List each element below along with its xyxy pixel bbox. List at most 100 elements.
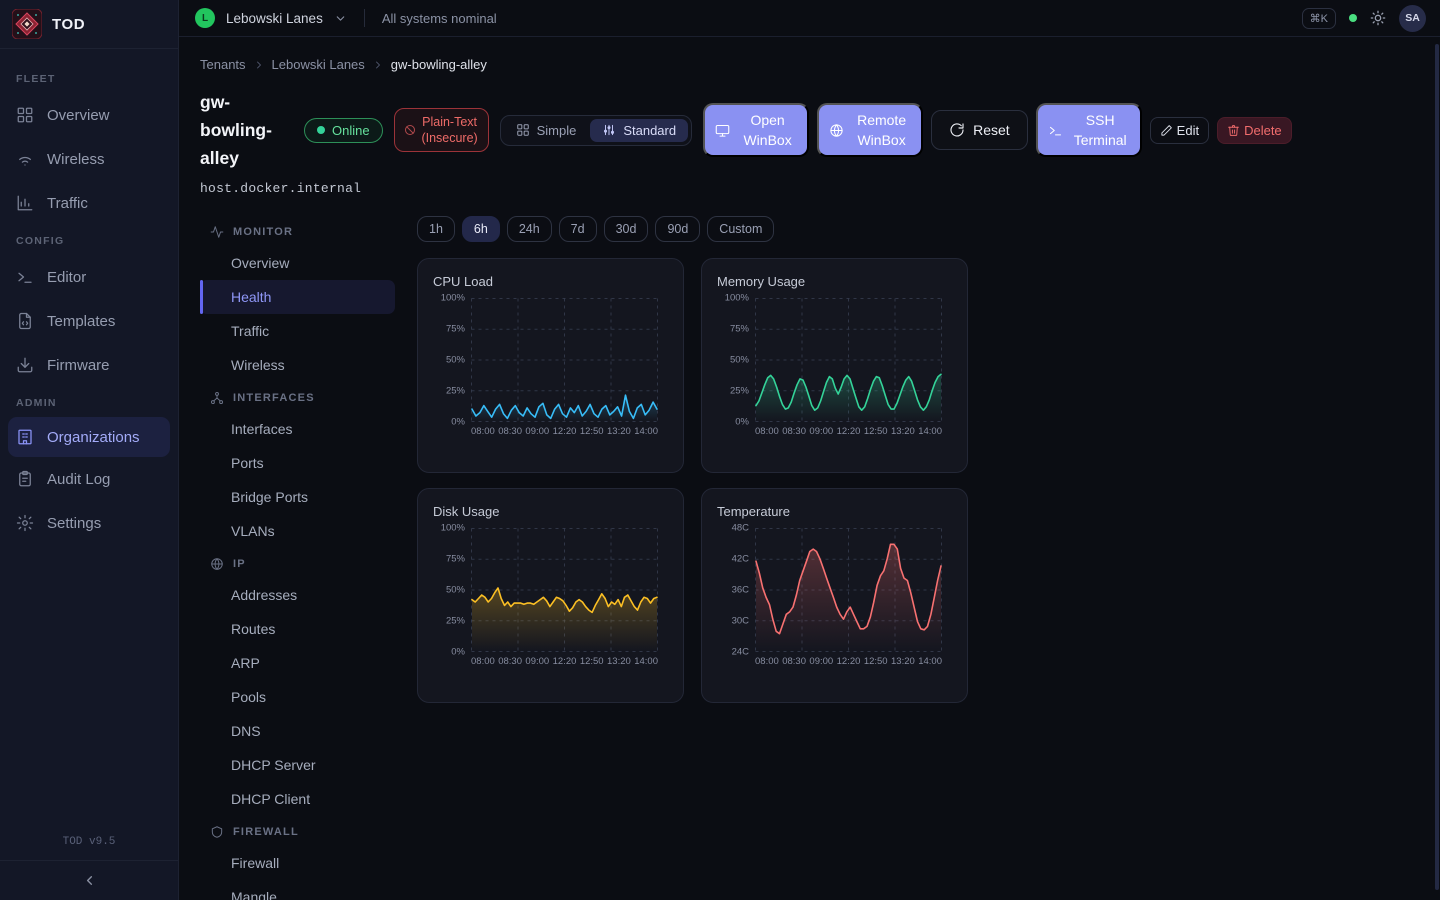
y-tick-label: 75% (730, 324, 749, 335)
sliders-icon (602, 123, 616, 137)
sidebar-item-wireless[interactable]: Wireless (0, 137, 178, 181)
brand-row: TOD (0, 0, 178, 49)
sidebar-item-templates[interactable]: Templates (0, 299, 178, 343)
delete-button[interactable]: Delete (1217, 117, 1292, 144)
chart-title: CPU Load (433, 274, 669, 289)
subnav-section-firewall: FIREWALL (200, 818, 395, 846)
subnav-item-health[interactable]: Health (200, 280, 395, 314)
y-tick-label: 100% (441, 523, 465, 534)
subnav-item-pools[interactable]: Pools (200, 680, 395, 714)
subnav-item-dhcp-server[interactable]: DHCP Server (200, 748, 395, 782)
button-label: SSH Terminal (1071, 110, 1130, 151)
charts-grid: CPU Load100%75%50%25%0%08:0008:3009:0012… (417, 258, 1440, 703)
time-range-30d[interactable]: 30d (604, 216, 649, 242)
sidebar-item-label: Templates (47, 313, 115, 330)
gear-icon (16, 514, 34, 532)
button-label: Remote WinBox (852, 110, 911, 151)
subnav-item-firewall[interactable]: Firewall (200, 846, 395, 880)
subnav-item-dhcp-client[interactable]: DHCP Client (200, 782, 395, 816)
sidebar-item-traffic[interactable]: Traffic (0, 181, 178, 225)
sidebar-item-editor[interactable]: Editor (0, 255, 178, 299)
chart-canvas (471, 298, 658, 422)
time-range-24h[interactable]: 24h (507, 216, 552, 242)
system-status-text: All systems nominal (382, 11, 497, 26)
grid-icon (16, 106, 34, 124)
subnav-item-ports[interactable]: Ports (200, 446, 395, 480)
status-badge: Online (304, 118, 383, 143)
x-tick-label: 08:30 (782, 656, 806, 667)
edit-button[interactable]: Edit (1150, 117, 1209, 144)
refresh-icon (949, 122, 965, 138)
x-tick-label: 12:20 (553, 656, 577, 667)
user-avatar[interactable]: SA (1399, 5, 1426, 32)
x-tick-label: 08:00 (755, 656, 779, 667)
bar-chart-icon (16, 194, 34, 212)
chart-title: Memory Usage (717, 274, 953, 289)
time-range-custom[interactable]: Custom (707, 216, 774, 242)
sidebar-item-label: Editor (47, 269, 86, 286)
open-winbox-button[interactable]: Open WinBox (703, 103, 809, 157)
y-tick-label: 100% (725, 293, 749, 304)
view-mode-label: Simple (537, 123, 577, 138)
breadcrumb-item[interactable]: Lebowski Lanes (272, 57, 365, 72)
sidebar-item-audit-log[interactable]: Audit Log (0, 457, 178, 501)
chart-card-disk-usage: Disk Usage100%75%50%25%0%08:0008:3009:00… (417, 488, 684, 703)
subnav-item-wireless[interactable]: Wireless (200, 348, 395, 382)
sidebar-item-settings[interactable]: Settings (0, 501, 178, 545)
subnav-item-interfaces[interactable]: Interfaces (200, 412, 395, 446)
ssh-terminal-button[interactable]: SSH Terminal (1036, 103, 1142, 157)
x-tick-label: 08:00 (471, 656, 495, 667)
download-icon (16, 356, 34, 374)
x-tick-label: 14:00 (918, 426, 942, 437)
subnav-section-label: INTERFACES (233, 392, 315, 404)
insecure-slash-icon (404, 124, 416, 136)
y-tick-label: 48C (732, 523, 749, 534)
x-tick-label: 13:20 (607, 426, 631, 437)
x-tick-label: 08:00 (755, 426, 779, 437)
time-range-1h[interactable]: 1h (417, 216, 455, 242)
y-tick-label: 50% (446, 355, 465, 366)
subnav-item-mangle[interactable]: Mangle (200, 880, 395, 900)
sidebar-collapse-button[interactable] (0, 860, 178, 900)
page-scrollbar[interactable] (1435, 44, 1439, 890)
breadcrumb-item[interactable]: Tenants (200, 57, 246, 72)
sidebar-item-firmware[interactable]: Firmware (0, 343, 178, 387)
y-tick-label: 75% (446, 324, 465, 335)
subnav-item-arp[interactable]: ARP (200, 646, 395, 680)
time-range-90d[interactable]: 90d (655, 216, 700, 242)
x-tick-label: 09:00 (809, 656, 833, 667)
subnav-item-traffic[interactable]: Traffic (200, 314, 395, 348)
subnav-item-bridge-ports[interactable]: Bridge Ports (200, 480, 395, 514)
sidebar-footer: TOD v9.5 (0, 826, 178, 900)
y-tick-label: 30C (732, 616, 749, 627)
tenant-avatar: L (195, 8, 215, 28)
wifi-icon (16, 150, 34, 168)
x-tick-label: 09:00 (525, 426, 549, 437)
command-palette-shortcut[interactable]: ⌘K (1302, 8, 1336, 29)
subnav-item-addresses[interactable]: Addresses (200, 578, 395, 612)
chart-card-memory-usage: Memory Usage100%75%50%25%0%08:0008:3009:… (701, 258, 968, 473)
remote-winbox-button[interactable]: Remote WinBox (817, 103, 923, 157)
reset-button[interactable]: Reset (931, 110, 1028, 150)
time-range-7d[interactable]: 7d (559, 216, 597, 242)
view-mode-simple[interactable]: Simple (504, 119, 589, 142)
view-mode-standard[interactable]: Standard (590, 119, 688, 142)
time-range-6h[interactable]: 6h (462, 216, 500, 242)
y-tick-label: 25% (446, 616, 465, 627)
x-tick-label: 08:30 (498, 656, 522, 667)
subnav-item-vlans[interactable]: VLANs (200, 514, 395, 548)
y-axis-labels: 100%75%50%25%0% (433, 528, 471, 652)
chevron-right-icon (253, 59, 265, 71)
sidebar-item-overview[interactable]: Overview (0, 93, 178, 137)
app-logo-icon (12, 9, 42, 39)
x-axis-labels: 08:0008:3009:0012:2012:5013:2014:00 (471, 426, 658, 437)
subnav-item-routes[interactable]: Routes (200, 612, 395, 646)
x-tick-label: 13:20 (891, 426, 915, 437)
subnav-item-dns[interactable]: DNS (200, 714, 395, 748)
main-area: L Lebowski Lanes All systems nominal ⌘K … (179, 0, 1440, 900)
theme-toggle-sun-icon[interactable] (1370, 10, 1386, 26)
subnav-item-overview[interactable]: Overview (200, 246, 395, 280)
tenant-switcher[interactable]: L Lebowski Lanes All systems nominal (195, 8, 497, 28)
sidebar-item-organizations[interactable]: Organizations (8, 417, 170, 457)
y-tick-label: 0% (735, 417, 749, 428)
